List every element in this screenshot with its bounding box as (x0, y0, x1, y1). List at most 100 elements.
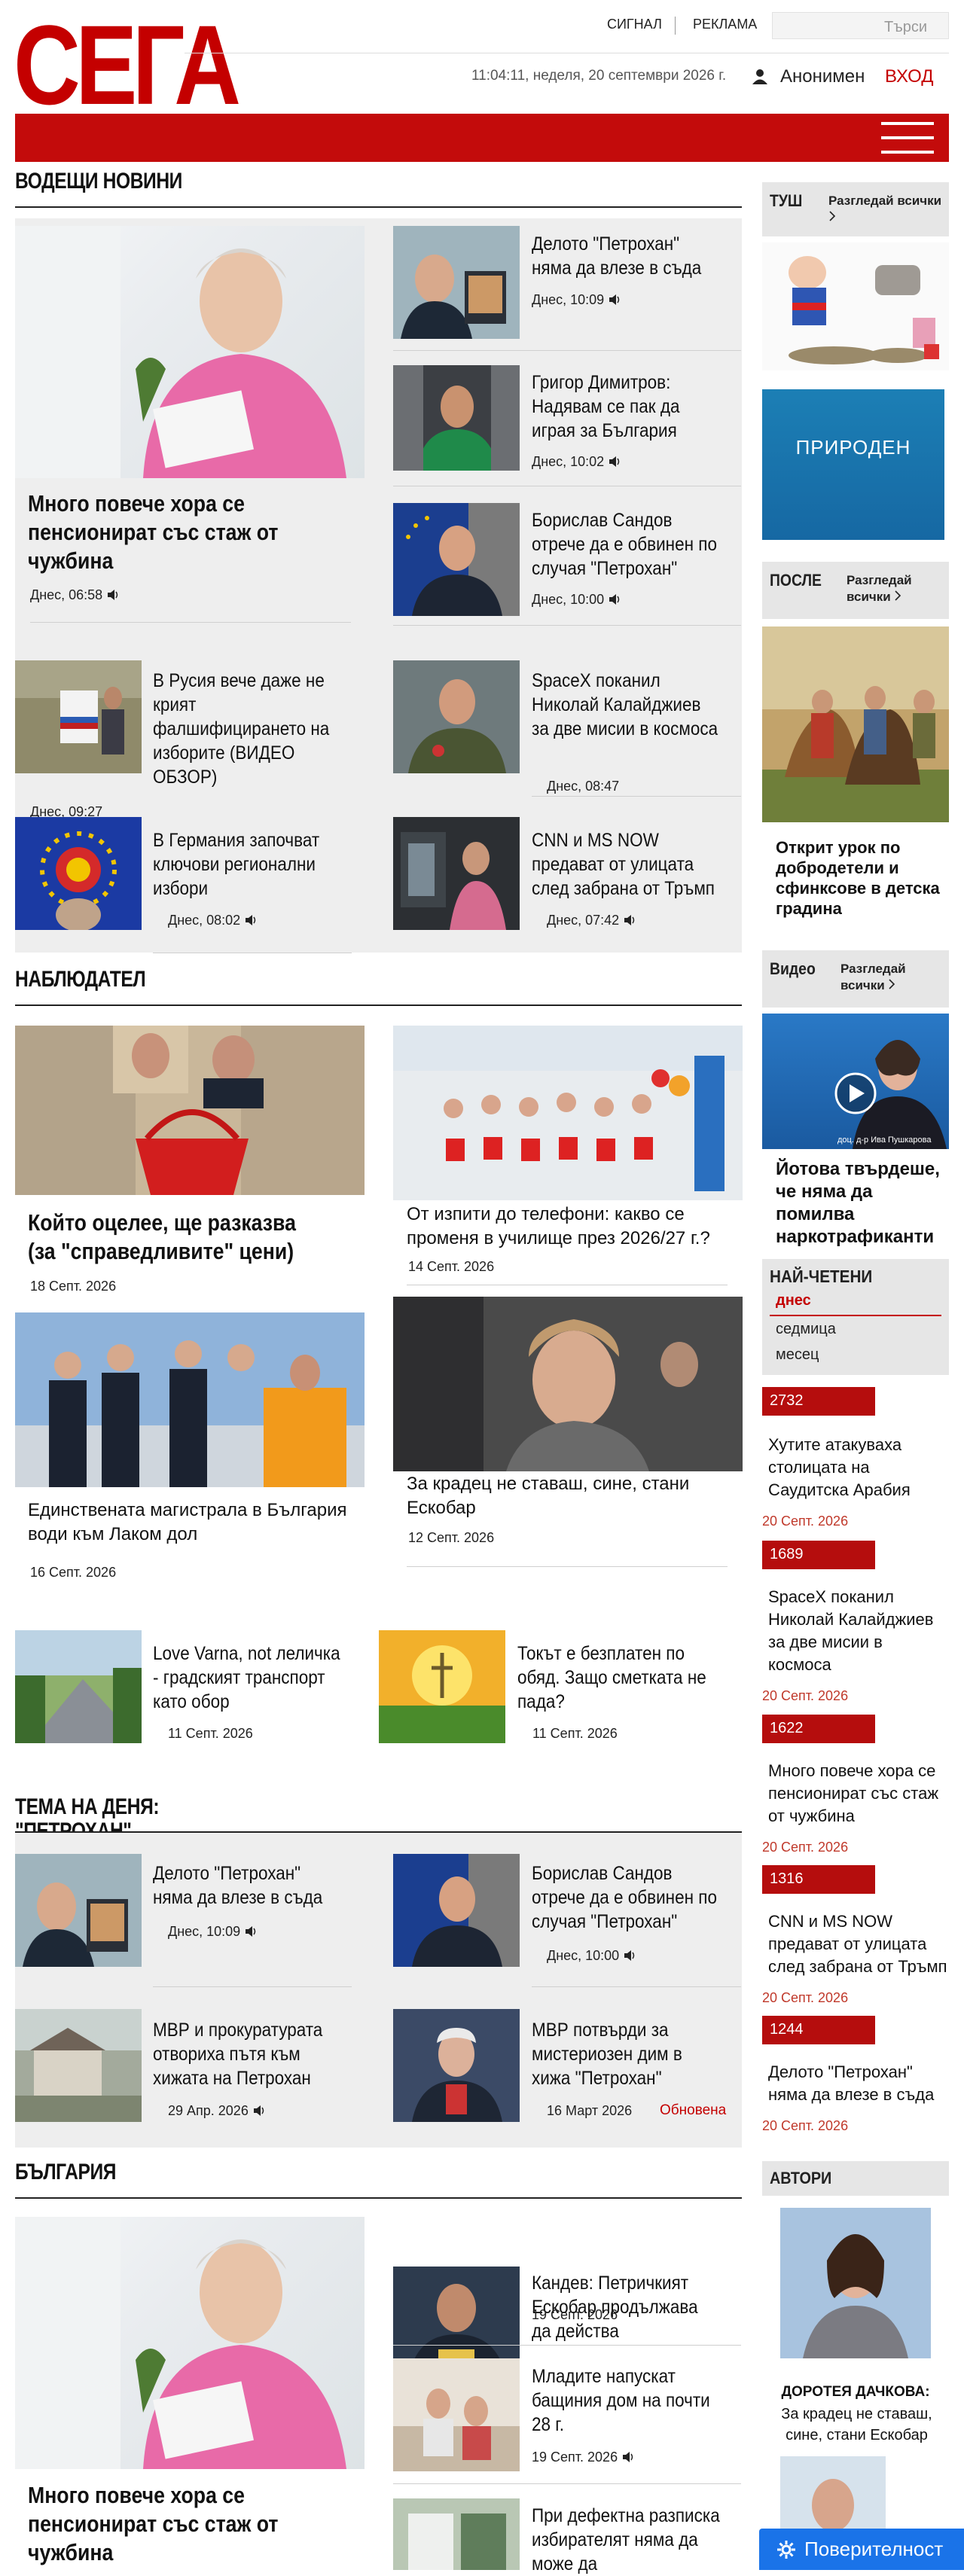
observer-title-4[interactable]: За крадец не ставаш, сине, стани Ескобар (407, 1472, 738, 1520)
observer-title-1[interactable]: Който оцелее, ще разказва (за "справедли… (28, 1209, 313, 1266)
sidebar-posle-more-link[interactable]: Разгледай всички (847, 572, 944, 605)
thumb-russia-elections[interactable] (15, 660, 142, 773)
speaker-icon[interactable] (609, 294, 621, 305)
observer-title-2[interactable]: От изпити до телефони: какво се променя … (407, 1203, 738, 1251)
lead-grid-time-3: Днес, 08:02 (168, 913, 257, 928)
author-article[interactable]: За крадец не ставаш, сине, стани Ескобар (772, 2404, 941, 2446)
lead-grid-title-3[interactable]: В Германия започват ключови регионални и… (153, 828, 343, 901)
bulgaria-thumb-3[interactable] (393, 2498, 520, 2570)
speaker-icon[interactable] (245, 1926, 257, 1937)
topic-title-4[interactable]: МВР потвърди за мистериозен дим в хижа "… (532, 2018, 721, 2090)
observer-image-1[interactable] (15, 1026, 365, 1195)
speaker-icon[interactable] (622, 2452, 634, 2462)
site-logo[interactable]: СЕГА (14, 8, 241, 121)
lead-main-image[interactable] (15, 226, 365, 478)
author-photo[interactable] (780, 2208, 931, 2358)
topic-title-1[interactable]: Делото "Петрохан" няма да влезе в съда (153, 1861, 343, 1910)
sidebar-posle-image[interactable] (762, 626, 949, 822)
speaker-icon[interactable] (609, 594, 621, 605)
lead-grid-title-4[interactable]: CNN и MS NOW предават от улицата след за… (532, 828, 721, 901)
bulgaria-thumb-2[interactable] (393, 2358, 520, 2471)
topic-time-4: 16 Март 2026 (547, 2103, 633, 2118)
speaker-icon[interactable] (245, 915, 257, 925)
sidebar-video-label: Видео (770, 959, 816, 978)
sidebar-video-article[interactable]: Йотова твърдеше, че няма да помилва нарк… (776, 1158, 945, 1248)
mostread-title-4[interactable]: CNN и MS NOW предават от улицата след за… (768, 1910, 949, 1978)
observer-time-5: 11 Септ. 2026 (168, 1726, 253, 1741)
sidebar-authors-label: АВТОРИ (770, 2169, 832, 2187)
mostread-title-5[interactable]: Делото "Петрохан" няма да влезе в съда (768, 2061, 949, 2106)
speaker-icon[interactable] (609, 456, 621, 467)
thumb-kalaydzhiev[interactable] (393, 660, 520, 773)
author-name[interactable]: ДОРОТЕЯ ДАЧКОВА: (762, 2384, 949, 2401)
mostread-tab-today[interactable]: днес (776, 1292, 811, 1309)
topic-title-2[interactable]: Борислав Сандов отрече да е обвинен по с… (532, 1861, 721, 1934)
mostread-title-1[interactable]: Хутите атакуваха столицата на Саудитска … (768, 1434, 945, 1501)
sidebar-video-more-link[interactable]: Разгледай всички (840, 961, 946, 994)
thumb-cnn[interactable] (393, 817, 520, 930)
bulgaria-main-title[interactable]: Много повече хора се пенсионират със ста… (28, 2481, 313, 2567)
observer-thumb-6[interactable] (379, 1630, 505, 1743)
observer-title-3[interactable]: Единствената магистрала в България води … (28, 1498, 359, 1547)
lead-right-time-2: Днес, 10:02 (532, 454, 621, 470)
menu-icon[interactable] (881, 122, 934, 154)
bulgaria-title-2[interactable]: Младите напускат бащиния дом на почти 28… (532, 2364, 721, 2437)
sidebar-ad-banner[interactable]: ПРИРОДЕН (762, 389, 944, 540)
bulgaria-main-image[interactable] (15, 2217, 365, 2469)
topic-time-1: Днес, 10:09 (168, 1924, 257, 1940)
section-line (15, 206, 742, 208)
speaker-icon[interactable] (107, 590, 119, 600)
lead-grid-title-1[interactable]: В Русия вече даже не крият фалшифициране… (153, 669, 343, 789)
section-title-bulgaria: БЪЛГАРИЯ (15, 2160, 117, 2184)
mostread-title-3[interactable]: Много повече хора се пенсионират със ста… (768, 1760, 945, 1828)
speaker-icon[interactable] (253, 2105, 265, 2116)
lead-right-title-2[interactable]: Григор Димитров: Надявам се пак да играя… (532, 370, 721, 443)
observer-title-5[interactable]: Love Varna, not леличка - градският тран… (153, 1642, 343, 1714)
mostread-tab-month[interactable]: месец (776, 1346, 819, 1364)
lead-grid-title-2[interactable]: SpaceX поканил Николай Калайджиев за две… (532, 669, 721, 741)
speaker-icon[interactable] (624, 1950, 636, 1961)
sidebar-posle-article[interactable]: Открит урок по добродетели и сфинксове в… (776, 837, 941, 919)
thumb-sandov[interactable] (393, 503, 520, 616)
sidebar-tush-cartoon[interactable] (762, 242, 949, 370)
observer-time-6: 11 Септ. 2026 (532, 1726, 618, 1741)
thumb-dimitrov[interactable] (393, 365, 520, 471)
sidebar-tush-more-link[interactable]: Разгледай всички (828, 193, 945, 226)
login-link[interactable]: ВХОД (885, 66, 934, 87)
nav-ads-link[interactable]: РЕКЛАМА (693, 17, 757, 35)
observer-thumb-5[interactable] (15, 1630, 142, 1743)
lead-right-title-1[interactable]: Делото "Петрохан" няма да влезе в съда (532, 232, 721, 280)
topic-time-3: 29 Апр. 2026 (168, 2103, 265, 2119)
observer-image-3[interactable] (15, 1312, 365, 1487)
search-input[interactable]: Търси (772, 12, 949, 39)
mostread-title-2[interactable]: SpaceX поканил Николай Калайджиев за две… (768, 1586, 949, 1676)
mostread-tab-week[interactable]: седмица (776, 1321, 836, 1338)
mostread-count-5: 1244 (762, 2016, 875, 2044)
thumb-germany-elections[interactable] (15, 817, 142, 930)
observer-time-3: 16 Септ. 2026 (30, 1565, 117, 1580)
observer-image-4[interactable] (393, 1297, 743, 1471)
sidebar-tush-header: ТУШ Разгледай всички (762, 182, 949, 236)
topic-thumb-2[interactable] (393, 1854, 520, 1967)
topic-title-3[interactable]: МВР и прокуратурата отвориха пътя към хи… (153, 2018, 343, 2090)
username-label: Анонимен (780, 66, 865, 87)
bulgaria-title-3[interactable]: При дефектна разписка избирателят няма д… (532, 2504, 721, 2576)
sidebar-video-thumb[interactable]: доц. д-р Ива Пушкарова (762, 1014, 949, 1149)
thumb-petrohan-court[interactable] (393, 226, 520, 339)
observer-title-6[interactable]: Токът е безплатен по обяд. Защо сметката… (517, 1642, 707, 1714)
mostread-count-3: 1622 (762, 1715, 875, 1743)
observer-image-2[interactable] (393, 1026, 743, 1200)
nav-signal-link[interactable]: СИГНАЛ (607, 17, 662, 35)
observer-time-1: 18 Септ. 2026 (30, 1279, 117, 1294)
sidebar-video-header: Видео Разгледай всички (762, 950, 949, 1008)
mostread-count-1: 2732 (762, 1387, 875, 1416)
topic-thumb-1[interactable] (15, 1854, 142, 1967)
topic-thumb-4[interactable] (393, 2009, 520, 2122)
sidebar-tush-label: ТУШ (770, 191, 803, 210)
lead-right-title-3[interactable]: Борислав Сандов отрече да е обвинен по с… (532, 508, 721, 581)
divider (153, 1986, 352, 1987)
speaker-icon[interactable] (624, 915, 636, 925)
lead-main-title[interactable]: Много повече хора се пенсионират със ста… (28, 489, 313, 575)
privacy-button[interactable]: Поверителност (759, 2529, 964, 2570)
topic-thumb-3[interactable] (15, 2009, 142, 2122)
